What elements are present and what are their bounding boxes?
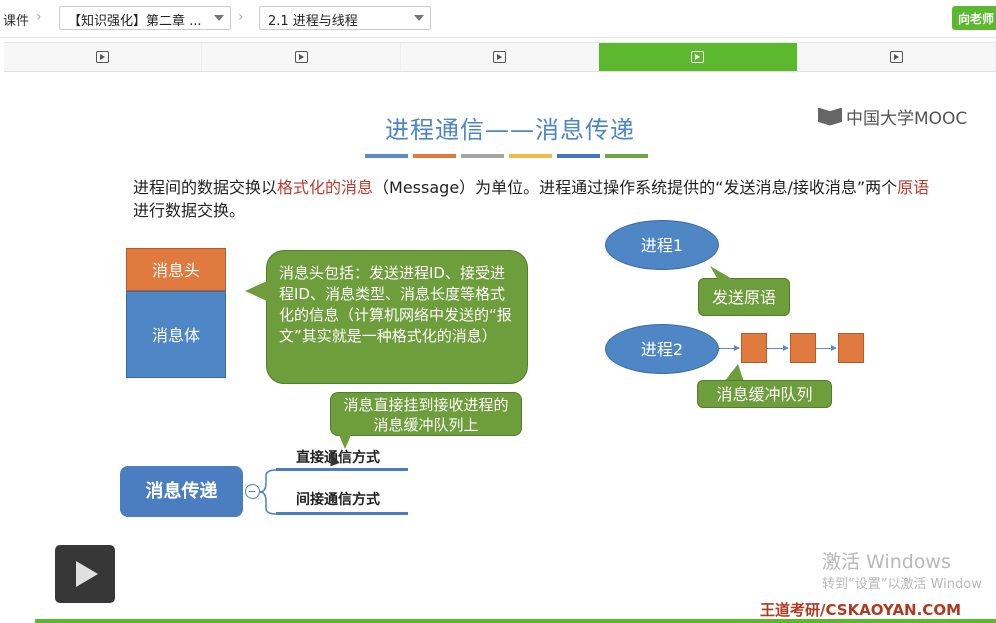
title-color-bars <box>365 154 648 158</box>
arrow-icon <box>719 345 740 351</box>
branch-underline <box>276 512 408 515</box>
site-watermark: 王道考研/CSKAOYAN.COM <box>760 601 961 619</box>
lesson-select[interactable]: 2.1 进程与线程 <box>259 6 431 30</box>
slide-paragraph: 进程间的数据交换以格式化的消息（Message）为单位。进程通过操作系统提供的“… <box>133 176 933 222</box>
chevron-right-icon: › <box>36 9 42 25</box>
branch-underline <box>276 468 408 471</box>
tab-video-5[interactable] <box>797 43 996 71</box>
mooc-logo-text: 中国大学MOOC <box>846 109 968 129</box>
queue-message-box <box>790 333 816 363</box>
chevron-right-icon: › <box>238 9 244 25</box>
process-2-node: 进程2 <box>605 324 719 374</box>
color-bar <box>557 154 600 158</box>
queue-message-box <box>838 333 864 363</box>
mindmap-branch-direct: 直接通信方式 <box>296 450 380 466</box>
send-primitive-label: 发送原语 <box>698 278 790 316</box>
color-bar <box>509 154 552 158</box>
lesson-select-value: 2.1 进程与线程 <box>268 14 358 29</box>
queue-label: 消息缓冲队列 <box>697 380 832 408</box>
tab-video-3[interactable] <box>400 43 600 71</box>
mindmap-branch-indirect: 间接通信方式 <box>296 492 380 508</box>
windows-activation-watermark: 激活 Windows <box>822 551 951 573</box>
tab-video-1[interactable] <box>4 43 203 71</box>
play-icon <box>889 51 903 63</box>
color-bar <box>365 154 408 158</box>
video-tab-strip <box>4 42 996 72</box>
message-head-callout: 消息头包括：发送进程ID、接受进程ID、消息类型、消息长度等格式化的信息（计算机… <box>245 250 528 384</box>
color-bar <box>605 154 648 158</box>
play-icon <box>96 51 110 63</box>
chapter-select[interactable]: 【知识强化】第二章 ... <box>59 6 231 30</box>
direct-comm-callout: 消息直接挂到接收进程的消息缓冲队列上 <box>330 392 522 449</box>
play-icon <box>493 51 507 63</box>
process-1-node: 进程1 <box>605 220 719 270</box>
video-progress-bar[interactable] <box>35 619 996 623</box>
mindmap-connector <box>259 469 277 515</box>
play-button[interactable] <box>55 545 115 603</box>
chevron-down-icon <box>414 15 424 21</box>
para-text: （Message）为单位。进程通过操作系统提供的“发送消息/接收消息”两个 <box>373 178 898 197</box>
para-text: 进行数据交换。 <box>133 201 246 220</box>
color-bar <box>413 154 456 158</box>
breadcrumb-root[interactable]: 课件 <box>3 10 29 29</box>
message-head-box: 消息头 <box>126 248 226 291</box>
chapter-select-value: 【知识强化】第二章 ... <box>68 14 202 29</box>
play-icon <box>691 51 705 63</box>
para-highlight: 格式化的消息 <box>277 178 374 197</box>
para-text: 进程间的数据交换以 <box>133 178 278 197</box>
slide-title: 进程通信——消息传递 <box>385 116 635 144</box>
queue-message-box <box>741 333 767 363</box>
chevron-down-icon <box>214 15 224 21</box>
tab-video-2[interactable] <box>202 43 401 71</box>
play-icon <box>294 51 308 63</box>
top-bar: 课件 › 【知识强化】第二章 ... › 2.1 进程与线程 向老师 <box>0 0 996 38</box>
arrow-icon <box>816 345 837 351</box>
book-icon <box>818 107 842 126</box>
ask-teacher-button[interactable]: 向老师 <box>952 6 996 30</box>
mindmap-root: 消息传递 <box>120 466 243 517</box>
message-body-box: 消息体 <box>126 291 226 378</box>
arrow-icon <box>767 345 789 351</box>
mooc-logo: 中国大学MOOC <box>818 104 967 129</box>
windows-activation-hint: 转到“设置”以激活 Window <box>822 577 982 592</box>
para-highlight: 原语 <box>897 178 930 197</box>
tab-video-4[interactable] <box>599 43 798 71</box>
color-bar <box>461 154 504 158</box>
callout-pointer <box>710 266 734 280</box>
